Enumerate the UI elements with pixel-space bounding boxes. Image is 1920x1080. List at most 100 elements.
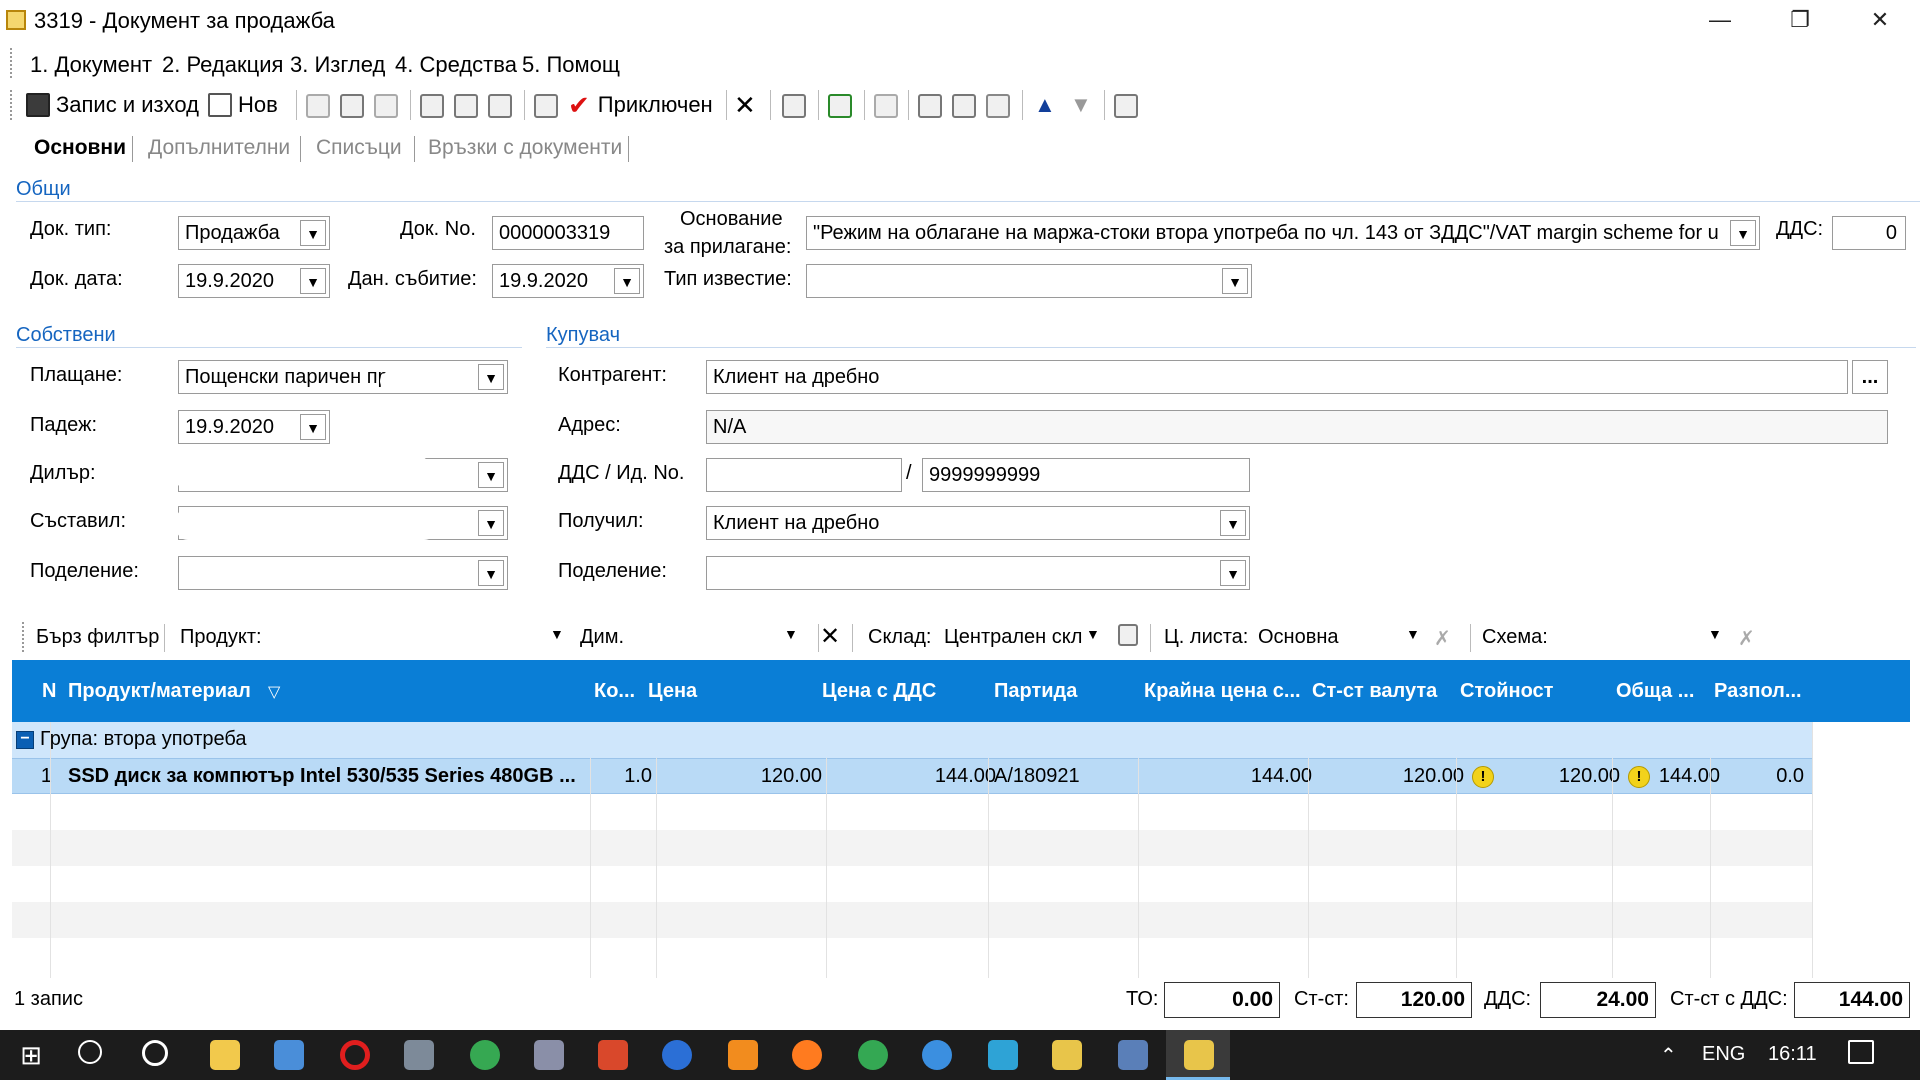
menu-document[interactable]: 1. Документ xyxy=(30,52,152,78)
help-icon[interactable] xyxy=(1114,94,1138,118)
chevron-down-icon[interactable]: ▼ xyxy=(614,268,640,294)
buyer-division-select[interactable]: ▼ xyxy=(706,556,1250,590)
completed-toggle[interactable]: ✔ Приключен xyxy=(568,90,713,120)
menu-view[interactable]: 3. Изглед xyxy=(290,52,385,78)
collapse-group-icon[interactable]: − xyxy=(16,731,34,749)
basis-select[interactable]: "Режим на облагане на маржа-стоки втора … xyxy=(806,216,1760,250)
table-row[interactable]: 1 SSD диск за компютър Intel 530/535 Ser… xyxy=(12,758,1812,794)
cut-icon[interactable] xyxy=(306,94,330,118)
notifications-icon[interactable] xyxy=(1848,1040,1874,1064)
col-price[interactable]: Цена xyxy=(648,680,697,703)
own-division-select[interactable]: ▼ xyxy=(178,556,508,590)
chevron-down-icon[interactable]: ▼ xyxy=(550,626,564,642)
doc-no-field[interactable]: 0000003319 xyxy=(492,216,644,250)
chrome-icon[interactable] xyxy=(858,1040,888,1070)
save-exit-button[interactable]: Запис и изход xyxy=(26,90,199,120)
new-button[interactable]: Нов xyxy=(208,90,278,120)
remote-app-icon[interactable] xyxy=(1118,1040,1148,1070)
cancel-icon[interactable]: ✕ xyxy=(734,90,756,120)
partner-field[interactable]: Клиент на дребно xyxy=(706,360,1848,394)
warning-icon[interactable]: ! xyxy=(1472,766,1494,788)
tab-document-links[interactable]: Връзки с документи xyxy=(428,136,622,160)
menu-edit[interactable]: 2. Редакция xyxy=(162,52,283,78)
apply-scheme-icon[interactable]: ✗ xyxy=(1738,626,1755,651)
vlc-icon[interactable] xyxy=(728,1040,758,1070)
search-icon[interactable] xyxy=(78,1040,102,1064)
opera-icon[interactable] xyxy=(340,1040,370,1070)
cortana-icon[interactable] xyxy=(142,1040,168,1066)
chevron-down-icon[interactable]: ▼ xyxy=(1222,268,1248,294)
print-preview-icon[interactable] xyxy=(454,94,478,118)
scheme-select[interactable] xyxy=(1554,622,1704,652)
chevron-down-icon[interactable]: ▼ xyxy=(478,364,504,390)
cart-icon[interactable] xyxy=(986,94,1010,118)
office-app-icon[interactable] xyxy=(988,1040,1018,1070)
warning-icon[interactable]: ! xyxy=(1628,766,1650,788)
product-filter-input[interactable] xyxy=(278,622,570,652)
col-batch[interactable]: Партида xyxy=(994,680,1077,703)
chevron-down-icon[interactable]: ▼ xyxy=(300,268,326,294)
copy-document-icon[interactable] xyxy=(918,94,942,118)
print-icon[interactable] xyxy=(420,94,444,118)
chevron-down-icon[interactable]: ▼ xyxy=(300,220,326,246)
quick-filter-button[interactable]: Бърз филтър xyxy=(36,626,159,649)
col-value-currency[interactable]: Ст-ст валута xyxy=(1312,680,1437,703)
col-price-vat[interactable]: Цена с ДДС xyxy=(822,680,936,703)
clear-filter-icon[interactable]: ✕ xyxy=(820,622,840,651)
language-indicator[interactable]: ENG xyxy=(1702,1043,1745,1066)
notice-type-select[interactable]: ▼ xyxy=(806,264,1252,298)
copy-icon[interactable] xyxy=(340,94,364,118)
group-row[interactable]: − Група: втора употреба xyxy=(12,722,1812,758)
partner-browse-button[interactable]: ... xyxy=(1852,360,1888,394)
chevron-down-icon[interactable]: ▼ xyxy=(1730,220,1756,246)
address-field[interactable]: N/A xyxy=(706,410,1888,444)
chevron-down-icon[interactable]: ▼ xyxy=(478,560,504,586)
col-value[interactable]: Стойност xyxy=(1460,680,1553,703)
minimize-button[interactable]: — xyxy=(1680,0,1760,40)
restore-button[interactable]: ❐ xyxy=(1760,0,1840,40)
col-total[interactable]: Обща ... xyxy=(1616,680,1694,703)
col-qty[interactable]: Ко... xyxy=(594,680,635,703)
chevron-down-icon[interactable]: ▼ xyxy=(1406,626,1420,642)
tab-additional[interactable]: Допълнителни xyxy=(148,136,290,160)
doc-date-picker[interactable]: 19.9.2020 ▼ xyxy=(178,264,330,298)
apply-pricelist-icon[interactable]: ✗ xyxy=(1434,626,1451,651)
refresh-warehouse-icon[interactable] xyxy=(1118,624,1138,646)
tab-main[interactable]: Основни xyxy=(34,136,126,160)
paint-app-icon[interactable] xyxy=(534,1040,564,1070)
id-no-field[interactable]: 9999999999 xyxy=(922,458,1250,492)
col-n[interactable]: N xyxy=(42,680,56,703)
attach-icon[interactable] xyxy=(488,94,512,118)
firefox-icon[interactable] xyxy=(792,1040,822,1070)
chevron-down-icon[interactable]: ▼ xyxy=(300,414,326,440)
vat-field[interactable]: 0 xyxy=(1832,216,1906,250)
messenger-app-icon[interactable] xyxy=(470,1040,500,1070)
move-up-icon[interactable]: ▲ xyxy=(1034,90,1056,120)
chevron-down-icon[interactable]: ▼ xyxy=(1086,626,1100,642)
chevron-down-icon[interactable]: ▼ xyxy=(1708,626,1722,642)
menu-tools[interactable]: 4. Средства xyxy=(395,52,517,78)
word-app-icon[interactable] xyxy=(662,1040,692,1070)
calculator-icon[interactable] xyxy=(782,94,806,118)
due-date-picker[interactable]: 19.9.2020 ▼ xyxy=(178,410,330,444)
received-select[interactable]: Клиент на дребно ▼ xyxy=(706,506,1250,540)
windows-start-icon[interactable]: ⊞ xyxy=(16,1040,46,1070)
network-icon[interactable] xyxy=(274,1040,304,1070)
chevron-down-icon[interactable]: ▼ xyxy=(1220,560,1246,586)
settings-icon[interactable] xyxy=(874,94,898,118)
close-button[interactable]: ✕ xyxy=(1840,0,1920,40)
col-available[interactable]: Разпол... xyxy=(1714,680,1802,703)
tray-chevron-icon[interactable]: ⌃ xyxy=(1660,1043,1677,1068)
chevron-down-icon[interactable]: ▼ xyxy=(784,626,798,642)
accounting-app-icon[interactable] xyxy=(1052,1040,1082,1070)
active-app-button[interactable] xyxy=(1166,1030,1230,1080)
edit-note-icon[interactable] xyxy=(534,94,558,118)
presentation-app-icon[interactable] xyxy=(598,1040,628,1070)
tab-lists[interactable]: Списъци xyxy=(316,136,402,160)
refresh-icon[interactable] xyxy=(828,94,852,118)
menu-help[interactable]: 5. Помощ xyxy=(522,52,620,78)
vat-no-field[interactable] xyxy=(706,458,902,492)
tax-event-picker[interactable]: 19.9.2020 ▼ xyxy=(492,264,644,298)
chevron-down-icon[interactable]: ▼ xyxy=(1220,510,1246,536)
clock[interactable]: 16:11 xyxy=(1768,1043,1817,1066)
